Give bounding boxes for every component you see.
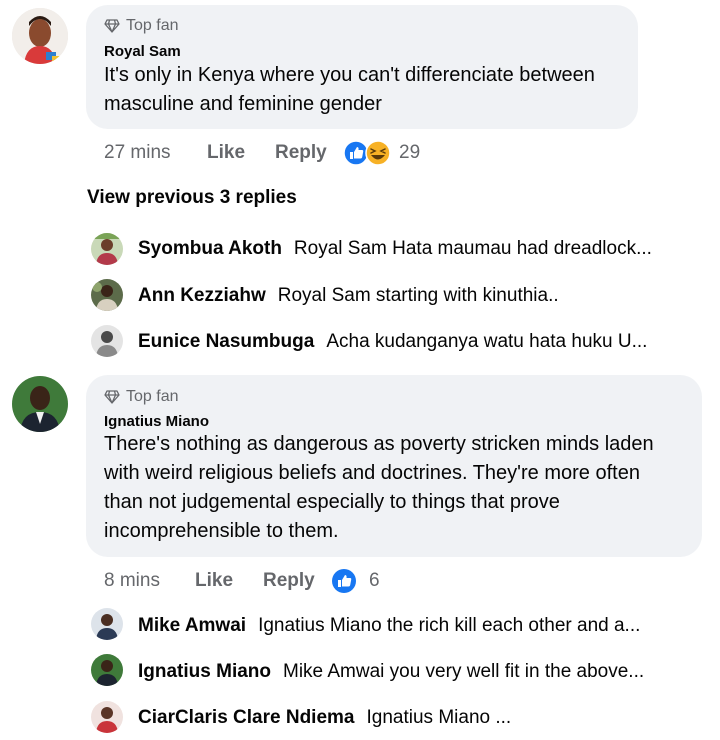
avatar-image (12, 8, 68, 64)
comment-text-line: masculine and feminine gender (104, 93, 382, 115)
comment-time: 8 mins (104, 570, 160, 591)
reply-item: Syombua Akoth Royal Sam Hata maumau had … (138, 238, 708, 260)
badge-label: Top fan (126, 17, 179, 34)
reply-item: Eunice Nasumbuga Acha kudanganya watu ha… (138, 331, 708, 353)
reaction-count: 6 (369, 570, 380, 591)
comment-text-line: with weird religious beliefs and doctrin… (104, 462, 640, 484)
avatar-eunice-nasumbuga[interactable] (91, 325, 123, 357)
badge-label: Top fan (126, 388, 179, 405)
reply-author[interactable]: CiarClaris Clare Ndiema (138, 707, 355, 729)
comment-text-line: than not judgemental especially to thing… (104, 491, 560, 513)
comment-text-line: It's only in Kenya where you can't diffe… (104, 64, 595, 86)
avatar-image (91, 608, 123, 640)
like-button[interactable]: Like (195, 570, 233, 591)
reactions[interactable]: 29 (343, 140, 420, 166)
diamond-icon (104, 19, 120, 33)
reply-item: Ignatius Miano Mike Amwai you very well … (138, 661, 708, 683)
reaction-count: 29 (399, 142, 421, 163)
reply-button[interactable]: Reply (275, 142, 327, 163)
comment-author[interactable]: Ignatius Miano (104, 413, 209, 430)
reply-text[interactable]: Acha kudanganya watu hata huku U... (326, 331, 647, 353)
reply-author[interactable]: Mike Amwai (138, 615, 246, 637)
reply-text[interactable]: Royal Sam Hata maumau had dreadlock... (294, 238, 652, 260)
reply-text[interactable]: Ignatius Miano the rich kill each other … (258, 615, 640, 637)
avatar-image (12, 376, 68, 432)
avatar-ann-kezziahw[interactable] (91, 279, 123, 311)
reply-text[interactable]: Royal Sam starting with kinuthia.. (278, 285, 559, 307)
reply-text[interactable]: Mike Amwai you very well fit in the abov… (283, 661, 644, 683)
top-fan-badge: Top fan (104, 388, 178, 406)
like-haha-reaction-icon (343, 140, 391, 166)
comment-bubble: Top fan Royal Sam It's only in Kenya whe… (86, 5, 638, 129)
view-previous-replies-link[interactable]: View previous 3 replies (87, 187, 297, 209)
avatar-mike-amwai[interactable] (91, 608, 123, 640)
comment-time: 27 mins (104, 142, 171, 163)
comment-text-line: There's nothing as dangerous as poverty … (104, 433, 654, 455)
avatar-image (91, 701, 123, 733)
reply-item: Mike Amwai Ignatius Miano the rich kill … (138, 615, 708, 637)
reply-button[interactable]: Reply (263, 570, 315, 591)
reply-author[interactable]: Eunice Nasumbuga (138, 331, 314, 353)
avatar-image (91, 279, 123, 311)
reply-author[interactable]: Ignatius Miano (138, 661, 271, 683)
avatar-syombua-akoth[interactable] (91, 233, 123, 265)
avatar-ignatius-miano[interactable] (12, 376, 68, 432)
comment-author[interactable]: Royal Sam (104, 43, 181, 60)
comment-bubble: Top fan Ignatius Miano There's nothing a… (86, 375, 702, 557)
top-fan-badge: Top fan (104, 17, 178, 35)
like-reaction-icon (332, 569, 356, 593)
comment-text-line: incomprehensible to them. (104, 520, 339, 542)
avatar-ciarclaris-clare-ndiema[interactable] (91, 701, 123, 733)
diamond-icon (104, 390, 120, 404)
avatar-image (91, 654, 123, 686)
avatar-image (91, 325, 123, 357)
reply-text[interactable]: Ignatius Miano ... (367, 707, 512, 729)
reply-author[interactable]: Ann Kezziahw (138, 285, 266, 307)
avatar-image (91, 233, 123, 265)
reply-author[interactable]: Syombua Akoth (138, 238, 282, 260)
avatar-royal-sam[interactable] (12, 8, 68, 64)
avatar-ignatius-miano-small[interactable] (91, 654, 123, 686)
like-button[interactable]: Like (207, 142, 245, 163)
reactions[interactable]: 6 (331, 568, 380, 594)
reply-item: CiarClaris Clare Ndiema Ignatius Miano .… (138, 707, 708, 729)
reply-item: Ann Kezziahw Royal Sam starting with kin… (138, 285, 708, 307)
